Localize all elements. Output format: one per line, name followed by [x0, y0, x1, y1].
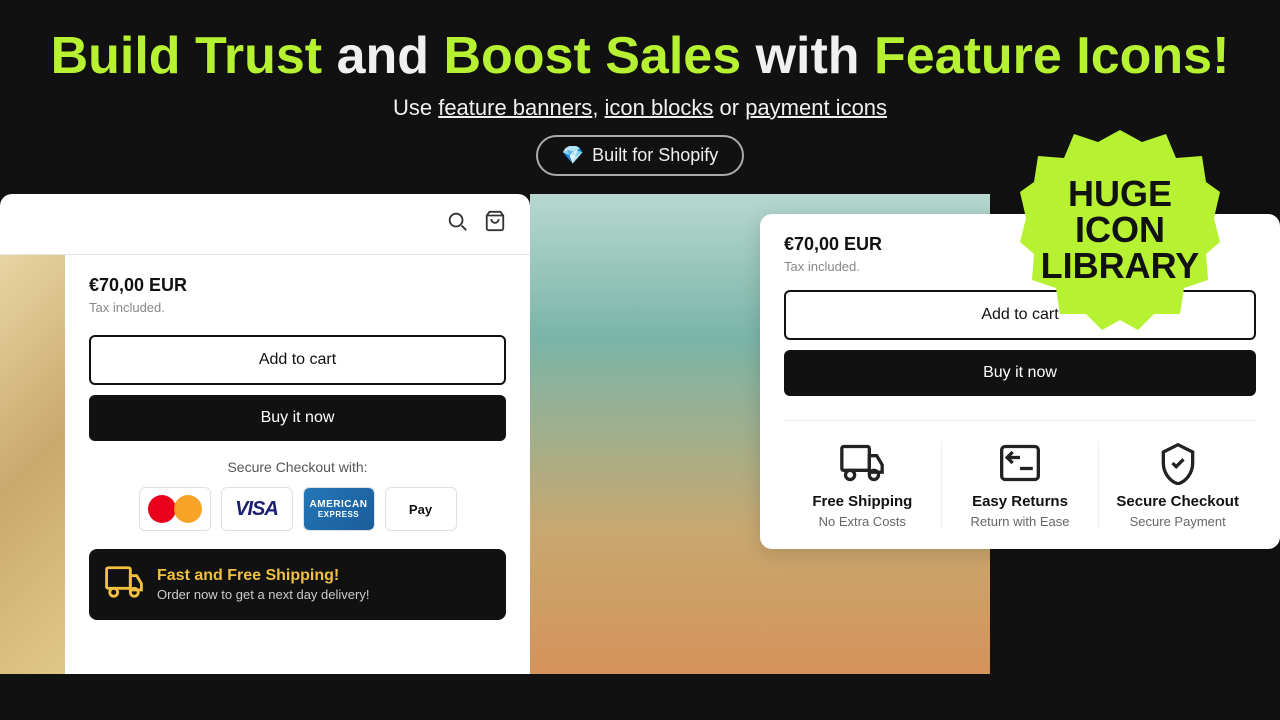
feature-sublabel-shipping: No Extra Costs	[819, 514, 906, 529]
headline-part2: Boost Sales	[443, 27, 741, 85]
shipping-banner: Fast and Free Shipping! Order now to get…	[89, 549, 506, 620]
mc-circle-right	[174, 495, 202, 523]
feature-label-returns: Easy Returns	[972, 493, 1068, 510]
search-icon	[446, 210, 468, 232]
feature-free-shipping: Free Shipping No Extra Costs	[784, 441, 941, 529]
feature-sublabel-returns: Return with Ease	[971, 514, 1070, 529]
cart-button[interactable]	[484, 210, 506, 238]
returns-icon	[998, 441, 1042, 485]
headline-dark1: and	[322, 27, 443, 85]
feature-icons: Free Shipping No Extra Costs Easy Return…	[784, 420, 1256, 529]
feature-label-secure: Secure Checkout	[1116, 493, 1239, 510]
feature-easy-returns: Easy Returns Return with Ease	[942, 441, 1099, 529]
tax-note-left: Tax included.	[89, 300, 506, 315]
headline-part1: Build Trust	[51, 27, 323, 85]
payment-icons: VISA AMERICAN EXPRESS Pay	[89, 487, 506, 531]
subheadline-link2: icon blocks	[605, 95, 714, 120]
product-image-left	[0, 255, 65, 674]
shipping-title: Fast and Free Shipping!	[157, 567, 369, 585]
mastercard-icon	[139, 487, 211, 531]
shopify-badge-button[interactable]: 💎 Built for Shopify	[536, 135, 744, 176]
applepay-icon: Pay	[385, 487, 457, 531]
shopify-badge-label: Built for Shopify	[592, 145, 718, 166]
feature-label-shipping: Free Shipping	[812, 493, 912, 510]
buy-it-now-button-left[interactable]: Buy it now	[89, 395, 506, 441]
left-card-top	[0, 194, 530, 255]
subheadline: Use feature banners, icon blocks or paym…	[20, 95, 1260, 121]
shipping-sub: Order now to get a next day delivery!	[157, 587, 369, 602]
starburst-text: HUGE ICON LIBRARY	[1041, 176, 1200, 284]
secure-checkout-label: Secure Checkout with:	[89, 459, 506, 475]
starburst-badge: HUGE ICON LIBRARY	[1020, 130, 1220, 330]
visa-icon: VISA	[221, 487, 293, 531]
subheadline-link1: feature banners	[438, 95, 592, 120]
feature-sublabel-secure: Secure Payment	[1130, 514, 1226, 529]
cart-icon	[484, 210, 506, 232]
buy-it-now-button-right[interactable]: Buy it now	[784, 350, 1256, 396]
shipping-truck-icon	[105, 563, 143, 606]
search-button[interactable]	[446, 210, 468, 238]
product-details-left: €70,00 EUR Tax included. Add to cart Buy…	[65, 255, 530, 674]
price-left: €70,00 EUR	[89, 275, 506, 296]
subheadline-link3: payment icons	[745, 95, 887, 120]
headline: Build Trust and Boost Sales with Feature…	[20, 28, 1260, 85]
add-to-cart-button-left[interactable]: Add to cart	[89, 335, 506, 385]
shopify-emoji: 💎	[562, 145, 584, 166]
headline-part3: Feature Icons!	[874, 27, 1229, 85]
amex-icon: AMERICAN EXPRESS	[303, 487, 375, 531]
left-card-body: €70,00 EUR Tax included. Add to cart Buy…	[0, 255, 530, 674]
mc-circle-left	[148, 495, 176, 523]
feature-secure-checkout: Secure Checkout Secure Payment	[1099, 441, 1256, 529]
truck-icon	[840, 441, 884, 485]
headline-dark2: with	[741, 27, 874, 85]
left-card: €70,00 EUR Tax included. Add to cart Buy…	[0, 194, 530, 674]
shield-check-icon	[1156, 441, 1200, 485]
